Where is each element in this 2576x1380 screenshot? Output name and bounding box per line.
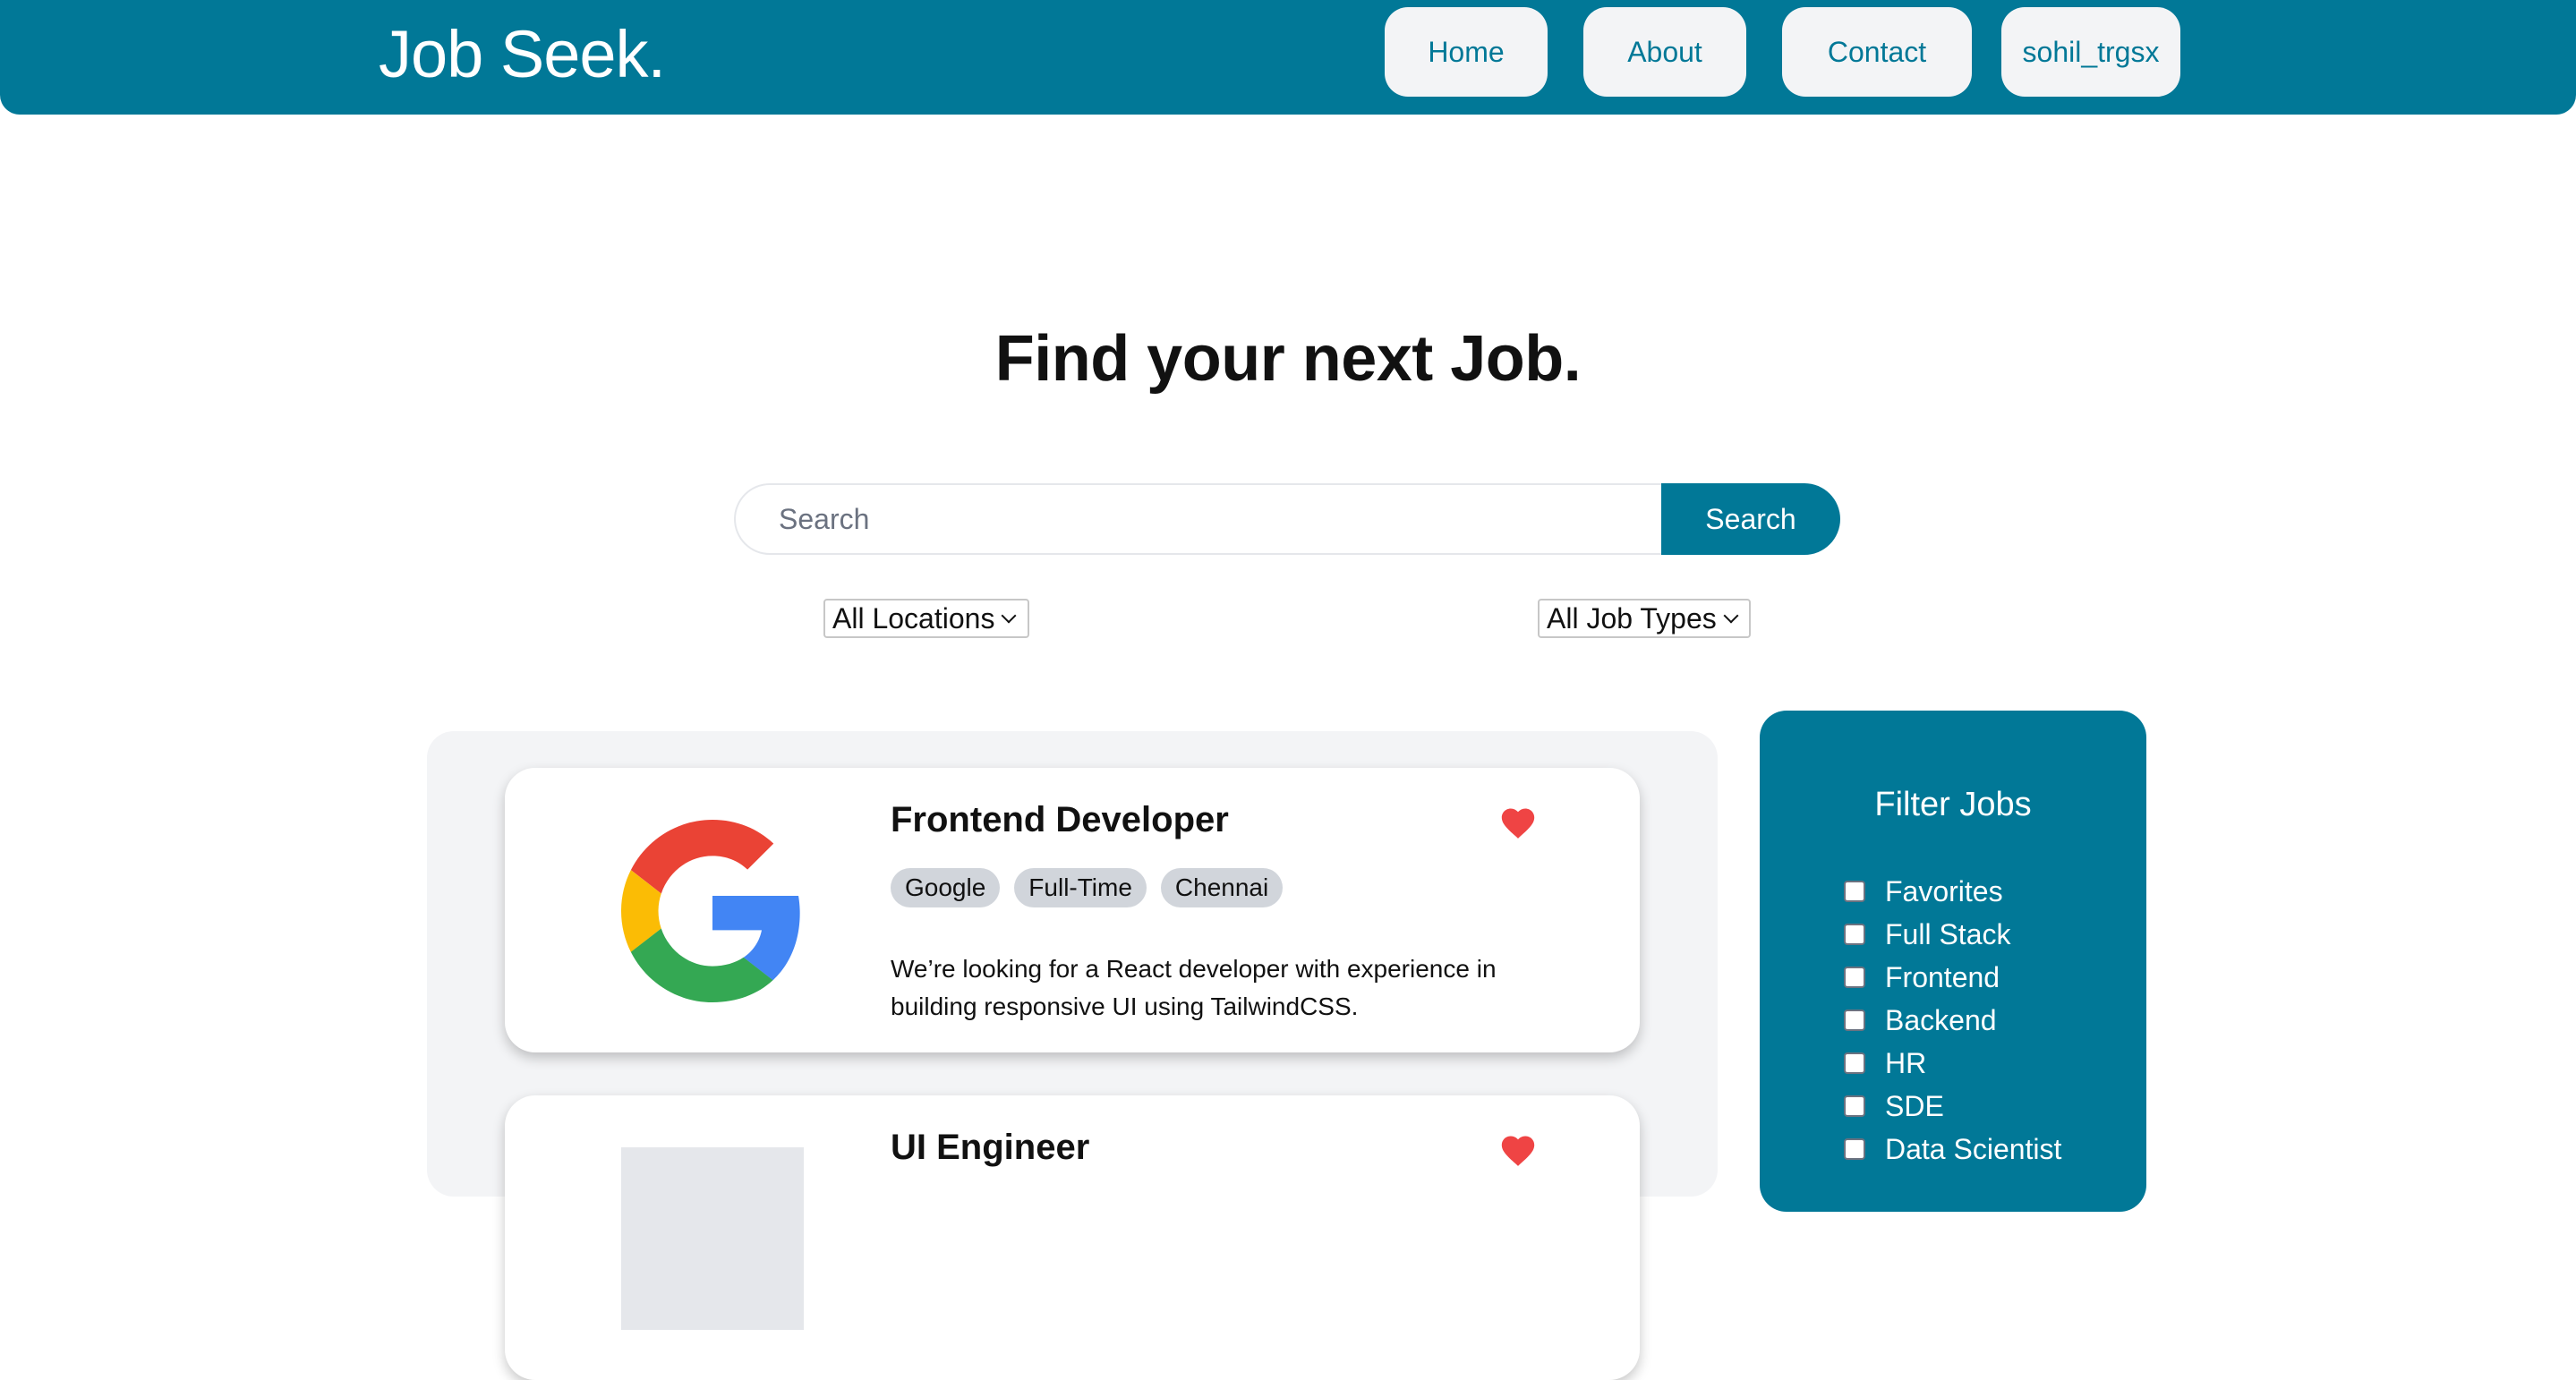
job-title: Frontend Developer (891, 800, 1229, 839)
user-profile-button[interactable]: sohil_trgsx (2001, 7, 2180, 97)
nav-home-button[interactable]: Home (1385, 7, 1548, 97)
filter-label: SDE (1885, 1089, 1944, 1122)
chevron-down-icon (1723, 608, 1739, 624)
job-card[interactable]: Frontend Developer Google Full-Time Chen… (505, 768, 1640, 1052)
filter-data-scientist[interactable]: Data Scientist (1844, 1131, 2061, 1167)
job-description: We’re looking for a React developer with… (891, 955, 1497, 1020)
location-select[interactable]: All Locations (823, 599, 1029, 638)
search-input[interactable] (734, 483, 1661, 555)
filter-label: Favorites (1885, 874, 2003, 907)
filter-panel: Filter Jobs Favorites Full Stack Fronten… (1760, 711, 2146, 1212)
job-type-tag: Full-Time (1014, 868, 1147, 907)
checkbox[interactable] (1844, 1138, 1865, 1160)
search-bar: Search (734, 483, 1840, 555)
checkbox[interactable] (1844, 1009, 1865, 1031)
filter-frontend[interactable]: Frontend (1844, 959, 2000, 995)
filter-label: Frontend (1885, 960, 2000, 993)
checkbox[interactable] (1844, 1095, 1865, 1117)
filter-label: Full Stack (1885, 917, 2011, 950)
filter-label: Backend (1885, 1003, 1997, 1036)
nav-about-button[interactable]: About (1583, 7, 1746, 97)
navbar: Job Seek. Home About Contact sohil_trgsx (0, 0, 2576, 115)
job-tags: Google Full-Time Chennai (891, 868, 1284, 907)
filter-label: Data Scientist (1885, 1132, 2062, 1165)
page-title: Find your next Job. (994, 323, 1582, 395)
filter-backend[interactable]: Backend (1844, 1002, 1997, 1038)
google-logo-icon (621, 820, 800, 1002)
job-card[interactable]: UI Engineer (505, 1095, 1640, 1380)
search-button[interactable]: Search (1661, 483, 1840, 555)
filter-favorites[interactable]: Favorites (1844, 873, 2003, 909)
heart-icon[interactable] (1498, 804, 1538, 839)
heart-icon[interactable] (1498, 1131, 1538, 1167)
checkbox[interactable] (1844, 881, 1865, 902)
nav-contact-button[interactable]: Contact (1782, 7, 1972, 97)
filter-full-stack[interactable]: Full Stack (1844, 916, 2010, 952)
company-logo (621, 1147, 804, 1330)
chevron-down-icon (1001, 608, 1017, 624)
location-select-value: All Locations (832, 601, 995, 635)
location-tag: Chennai (1160, 868, 1284, 907)
filter-label: HR (1885, 1046, 1927, 1079)
filter-hr[interactable]: HR (1844, 1045, 1926, 1081)
job-title: UI Engineer (891, 1128, 1090, 1167)
company-tag: Google (891, 868, 1001, 907)
job-type-select[interactable]: All Job Types (1538, 599, 1751, 638)
checkbox[interactable] (1844, 967, 1865, 988)
filter-sde[interactable]: SDE (1844, 1088, 1944, 1124)
job-type-select-value: All Job Types (1547, 601, 1717, 635)
filter-title: Filter Jobs (1874, 786, 2032, 823)
checkbox[interactable] (1844, 924, 1865, 945)
checkbox[interactable] (1844, 1052, 1865, 1074)
brand-logo[interactable]: Job Seek. (379, 16, 666, 93)
